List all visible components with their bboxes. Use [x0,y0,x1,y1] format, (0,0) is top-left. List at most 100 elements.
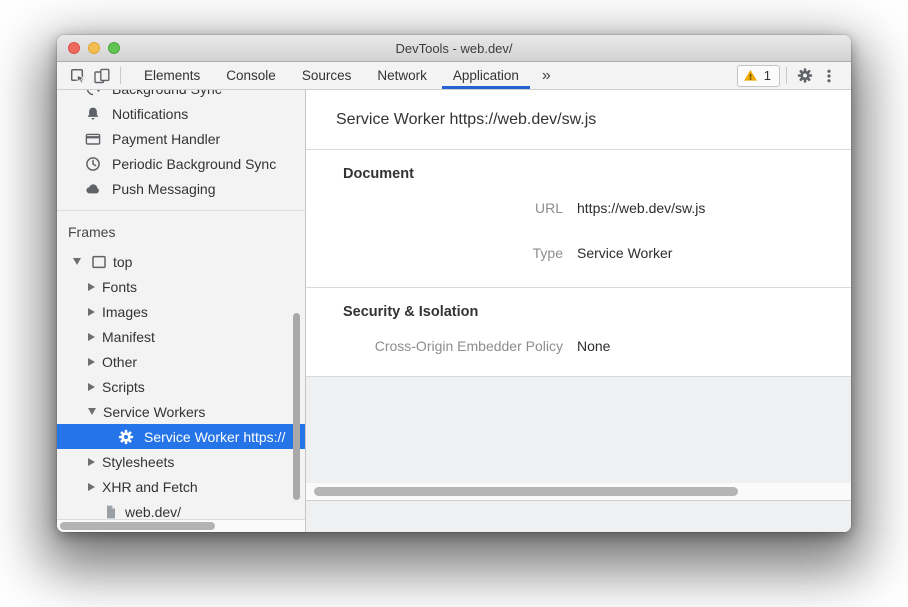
tree-item-stylesheets[interactable]: Stylesheets [57,449,305,474]
warning-icon [743,68,759,84]
toggle-device-toolbar-button[interactable] [90,64,114,88]
report-row-type: Type Service Worker [336,230,821,275]
section-title: Security & Isolation [336,301,821,323]
chevron-right-icon[interactable] [88,333,95,341]
sidebar-vertical-scrollbar[interactable] [293,313,300,500]
tree-item-manifest[interactable]: Manifest [57,324,305,349]
section-title: Document [336,163,821,185]
tree-item-other[interactable]: Other [57,349,305,374]
window-title: DevTools - web.dev/ [395,41,512,56]
tree-item-xhr-and-fetch[interactable]: XHR and Fetch [57,474,305,499]
sidebar-horizontal-scrollbar-track[interactable] [57,519,305,532]
file-icon [103,504,119,520]
tab-network[interactable]: Network [364,62,440,89]
bell-icon [85,106,101,122]
tab-sources[interactable]: Sources [289,62,365,89]
sidebar-item-background-sync[interactable]: Background Sync [57,90,305,101]
toolbar-right-group: 1 [737,64,841,88]
report-title: Service Worker https://web.dev/sw.js [336,111,596,129]
payment-card-icon [85,131,101,147]
cloud-icon [85,181,101,197]
warning-count: 1 [764,68,771,83]
security-isolation-section: Security & Isolation Cross-Origin Embedd… [306,288,851,377]
row-label: Type [336,245,563,261]
inspect-cursor-icon [70,68,86,84]
sidebar-item-label: Push Messaging [112,181,216,197]
chevron-right-icon[interactable] [88,383,95,391]
frames-tree: top Fonts Images Manifest [57,249,305,524]
device-toolbar-icon [94,68,110,84]
tree-item-label: Service Workers [103,404,205,420]
tab-console[interactable]: Console [213,62,289,89]
tree-item-scripts[interactable]: Scripts [57,374,305,399]
report-row-url: URL https://web.dev/sw.js [336,185,821,230]
tab-application[interactable]: Application [440,62,532,89]
row-label: Cross-Origin Embedder Policy [336,338,563,354]
titlebar: DevTools - web.dev/ [57,35,851,62]
chevron-down-icon[interactable] [88,408,96,415]
sidebar-divider [57,210,305,211]
sidebar-item-periodic-background-sync[interactable]: Periodic Background Sync [57,151,305,176]
chevron-right-icon[interactable] [88,358,95,366]
tree-item-label: Service Worker https:// [144,429,285,445]
toolbar-divider [786,67,787,84]
frame-icon [91,254,107,270]
row-label: URL [336,200,563,216]
panel-tabs: Elements Console Sources Network Applica… [131,62,561,89]
devtools-window: DevTools - web.dev/ [57,35,851,532]
sidebar-item-label: Periodic Background Sync [112,156,276,172]
tree-item-label: Manifest [102,329,155,345]
row-value: https://web.dev/sw.js [577,200,705,216]
tree-item-label: top [113,254,132,270]
tree-item-fonts[interactable]: Fonts [57,274,305,299]
minimize-window-button[interactable] [88,42,100,54]
chevron-right-icon[interactable] [88,283,95,291]
main-horizontal-scrollbar-track[interactable] [306,483,851,501]
sidebar-item-notifications[interactable]: Notifications [57,101,305,126]
sidebar-item-label: Background Sync [112,90,222,97]
report-header: Service Worker https://web.dev/sw.js [306,90,851,150]
console-warning-badge[interactable]: 1 [737,65,780,87]
sidebar-item-label: Payment Handler [112,131,220,147]
tree-item-label: Images [102,304,148,320]
tree-item-label: Fonts [102,279,137,295]
tree-item-top-frame[interactable]: top [57,249,305,274]
chevron-down-icon[interactable] [73,258,81,265]
application-sidebar: Background Sync Notifications [57,90,306,532]
gear-icon [797,68,813,84]
chevron-right-icon[interactable] [88,483,95,491]
devtools-toolbar: Elements Console Sources Network Applica… [57,62,851,90]
tree-item-label: Scripts [102,379,145,395]
tree-item-label: web.dev/ [125,504,181,520]
row-value: Service Worker [577,245,672,261]
settings-button[interactable] [793,64,817,88]
close-window-button[interactable] [68,42,80,54]
sidebar-item-push-messaging[interactable]: Push Messaging [57,176,305,201]
more-tabs-button[interactable]: » [532,62,561,89]
tab-elements[interactable]: Elements [131,62,213,89]
report-empty-area [306,377,851,483]
document-section: Document URL https://web.dev/sw.js Type … [306,150,851,288]
sidebar-horizontal-scrollbar-thumb[interactable] [60,522,215,530]
application-panel: Background Sync Notifications [57,90,851,532]
tree-item-label: Other [102,354,137,370]
tree-item-service-workers[interactable]: Service Workers [57,399,305,424]
main-horizontal-scrollbar-thumb[interactable] [314,487,738,496]
inspect-element-button[interactable] [66,64,90,88]
tree-item-service-worker-selected[interactable]: Service Worker https:// [57,424,305,449]
three-dot-menu-icon [821,68,837,84]
sidebar-item-payment-handler[interactable]: Payment Handler [57,126,305,151]
main-menu-button[interactable] [817,64,841,88]
report-row-coep: Cross-Origin Embedder Policy None [336,323,821,368]
bottom-drawer-strip [306,501,851,532]
tree-item-images[interactable]: Images [57,299,305,324]
traffic-lights [68,35,120,61]
tree-item-label: XHR and Fetch [102,479,198,495]
chevron-right-icon[interactable] [88,308,95,316]
fullscreen-window-button[interactable] [108,42,120,54]
chevron-right-icon[interactable] [88,458,95,466]
frames-section-header: Frames [57,219,305,244]
gear-icon [118,429,134,445]
screenshot-background: DevTools - web.dev/ [0,0,908,607]
tree-item-label: Stylesheets [102,454,174,470]
